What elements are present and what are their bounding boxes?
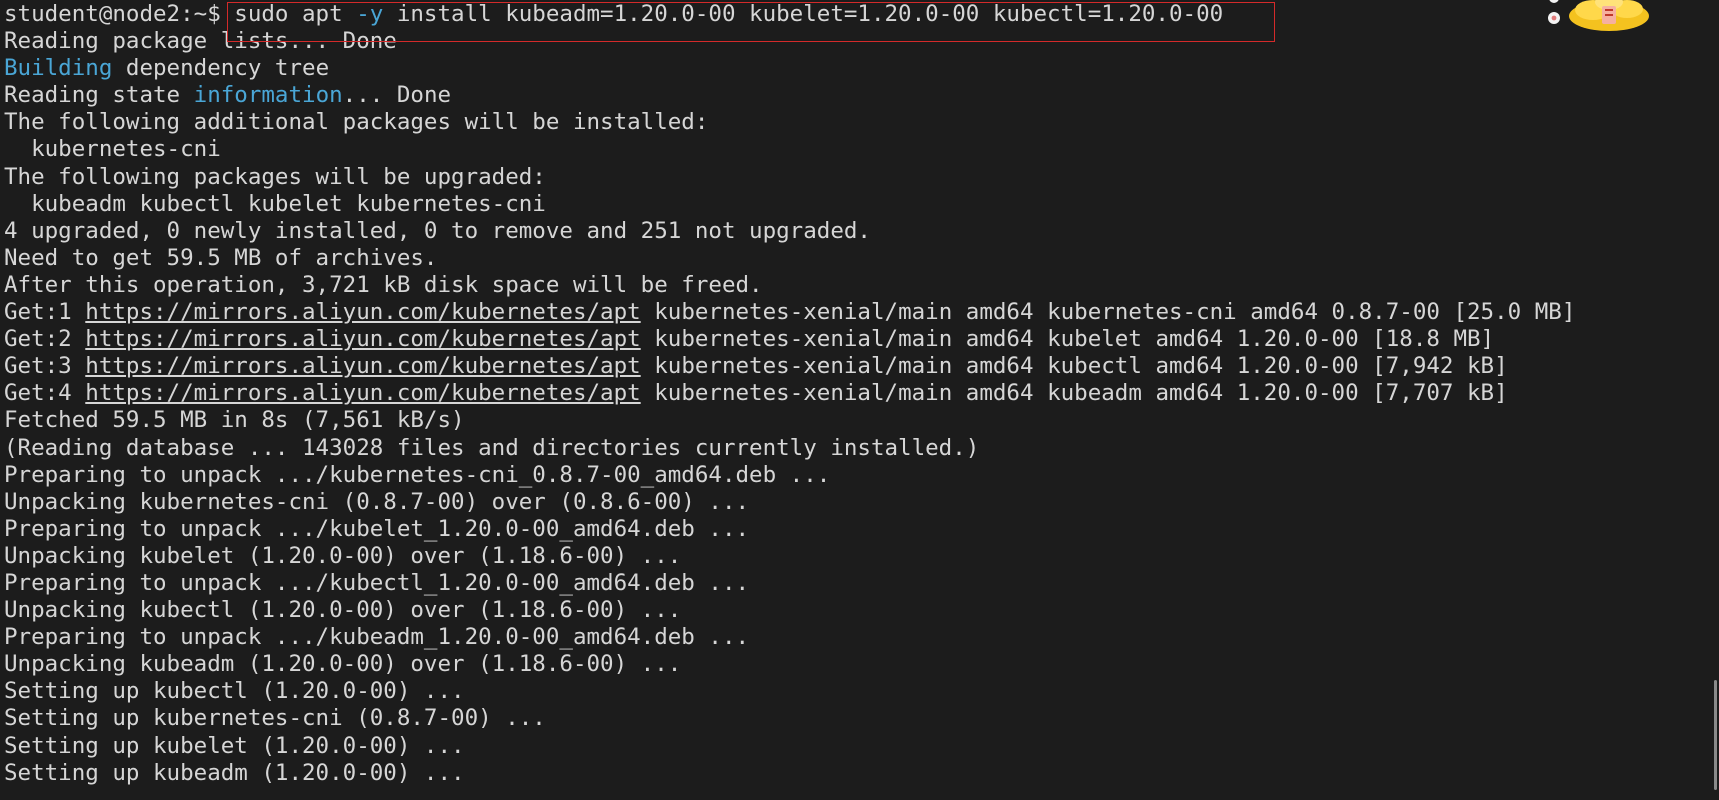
scrollbar-thumb[interactable] bbox=[1714, 680, 1717, 790]
terminal-line: kubernetes-cni bbox=[4, 136, 1679, 163]
terminal-text: Fetched 59.5 MB in 8s (7,561 kB/s) bbox=[4, 407, 465, 434]
terminal-text: Unpacking kubernetes-cni (0.8.7-00) over… bbox=[4, 488, 750, 515]
terminal-text: Unpacking kubeadm (1.20.0-00) over (1.18… bbox=[4, 651, 682, 678]
command-highlight-box bbox=[227, 2, 1275, 42]
terminal-text: Setting up kubectl (1.20.0-00) ... bbox=[4, 678, 465, 705]
terminal-output[interactable]: student@node2:~$ sudo apt -y install kub… bbox=[4, 1, 1679, 787]
terminal-text: dependency tree bbox=[112, 55, 330, 82]
terminal-line: Get:3 https://mirrors.aliyun.com/kuberne… bbox=[4, 353, 1679, 380]
terminal-text: Get:2 bbox=[4, 326, 86, 353]
terminal-line: Get:1 https://mirrors.aliyun.com/kuberne… bbox=[4, 299, 1679, 326]
terminal-text: Get:4 bbox=[4, 380, 86, 407]
terminal-text: (Reading database ... 143028 files and d… bbox=[4, 434, 980, 461]
terminal-text: kubernetes-cni bbox=[4, 136, 221, 163]
flower-icon bbox=[1549, 0, 1559, 3]
terminal-line: Unpacking kubelet (1.20.0-00) over (1.18… bbox=[4, 543, 1679, 570]
terminal-line: Get:4 https://mirrors.aliyun.com/kuberne… bbox=[4, 380, 1679, 407]
terminal-text: kubernetes-xenial/main amd64 kubeadm amd… bbox=[640, 380, 1508, 407]
terminal-line: Get:2 https://mirrors.aliyun.com/kuberne… bbox=[4, 326, 1679, 353]
terminal-text: Get:1 bbox=[4, 299, 86, 326]
mirror-url-link[interactable]: https://mirrors.aliyun.com/kubernetes/ap… bbox=[85, 299, 640, 325]
terminal-line: Unpacking kubeadm (1.20.0-00) over (1.18… bbox=[4, 651, 1679, 678]
terminal-line: Fetched 59.5 MB in 8s (7,561 kB/s) bbox=[4, 407, 1679, 434]
terminal-line: Setting up kubelet (1.20.0-00) ... bbox=[4, 733, 1679, 760]
terminal-text: kubernetes-xenial/main amd64 kubectl amd… bbox=[640, 353, 1508, 380]
terminal-line: 4 upgraded, 0 newly installed, 0 to remo… bbox=[4, 218, 1679, 245]
terminal-line: The following additional packages will b… bbox=[4, 109, 1679, 136]
scrollbar[interactable] bbox=[1710, 0, 1719, 800]
terminal-line: Setting up kubeadm (1.20.0-00) ... bbox=[4, 760, 1679, 787]
terminal-line: kubeadm kubectl kubelet kubernetes-cni bbox=[4, 191, 1679, 218]
terminal-line: Preparing to unpack .../kubelet_1.20.0-0… bbox=[4, 516, 1679, 543]
terminal-line: Setting up kubernetes-cni (0.8.7-00) ... bbox=[4, 705, 1679, 732]
terminal-text: Setting up kubelet (1.20.0-00) ... bbox=[4, 732, 465, 759]
mirror-url-link[interactable]: https://mirrors.aliyun.com/kubernetes/ap… bbox=[85, 380, 640, 406]
terminal-window[interactable]: student@node2:~$ sudo apt -y install kub… bbox=[0, 0, 1719, 800]
terminal-text: Preparing to unpack .../kubernetes-cni_0… bbox=[4, 461, 831, 488]
terminal-line: (Reading database ... 143028 files and d… bbox=[4, 435, 1679, 462]
terminal-line: Unpacking kubectl (1.20.0-00) over (1.18… bbox=[4, 597, 1679, 624]
terminal-text: Building bbox=[4, 55, 113, 82]
terminal-line: Preparing to unpack .../kubeadm_1.20.0-0… bbox=[4, 624, 1679, 651]
terminal-text: kubeadm kubectl kubelet kubernetes-cni bbox=[4, 190, 546, 217]
terminal-text: Unpacking kubelet (1.20.0-00) over (1.18… bbox=[4, 542, 682, 569]
mirror-url-link[interactable]: https://mirrors.aliyun.com/kubernetes/ap… bbox=[85, 353, 640, 379]
terminal-text: The following additional packages will b… bbox=[4, 109, 709, 136]
terminal-text: The following packages will be upgraded: bbox=[4, 163, 546, 190]
terminal-text: Get:3 bbox=[4, 353, 86, 380]
mirror-url-link[interactable]: https://mirrors.aliyun.com/kubernetes/ap… bbox=[85, 326, 640, 352]
terminal-text: Preparing to unpack .../kubeadm_1.20.0-0… bbox=[4, 624, 750, 651]
terminal-line: Preparing to unpack .../kubernetes-cni_0… bbox=[4, 462, 1679, 489]
terminal-line: Setting up kubectl (1.20.0-00) ... bbox=[4, 678, 1679, 705]
terminal-line: Building dependency tree bbox=[4, 55, 1679, 82]
terminal-text: ... Done bbox=[342, 82, 452, 109]
terminal-text: Setting up kubeadm (1.20.0-00) ... bbox=[4, 759, 465, 786]
terminal-text: 4 upgraded, 0 newly installed, 0 to remo… bbox=[4, 217, 871, 244]
terminal-text: information bbox=[193, 82, 343, 109]
terminal-line: After this operation, 3,721 kB disk spac… bbox=[4, 272, 1679, 299]
terminal-line: The following packages will be upgraded: bbox=[4, 164, 1679, 191]
terminal-text: Preparing to unpack .../kubectl_1.20.0-0… bbox=[4, 569, 750, 596]
terminal-line: Reading state information... Done bbox=[4, 82, 1679, 109]
terminal-text: Preparing to unpack .../kubelet_1.20.0-0… bbox=[4, 515, 750, 542]
gold-ingot-mascot-icon bbox=[1548, 0, 1649, 31]
terminal-text: Reading state bbox=[4, 82, 194, 109]
terminal-text: Setting up kubernetes-cni (0.8.7-00) ... bbox=[4, 705, 546, 732]
terminal-line: Unpacking kubernetes-cni (0.8.7-00) over… bbox=[4, 489, 1679, 516]
terminal-text: Need to get 59.5 MB of archives. bbox=[4, 244, 438, 271]
terminal-text: kubernetes-xenial/main amd64 kubernetes-… bbox=[640, 299, 1576, 326]
terminal-text: kubernetes-xenial/main amd64 kubelet amd… bbox=[640, 326, 1495, 353]
terminal-line: Need to get 59.5 MB of archives. bbox=[4, 245, 1679, 272]
terminal-text: After this operation, 3,721 kB disk spac… bbox=[4, 271, 763, 298]
terminal-text: Unpacking kubectl (1.20.0-00) over (1.18… bbox=[4, 597, 682, 624]
terminal-line: Preparing to unpack .../kubectl_1.20.0-0… bbox=[4, 570, 1679, 597]
